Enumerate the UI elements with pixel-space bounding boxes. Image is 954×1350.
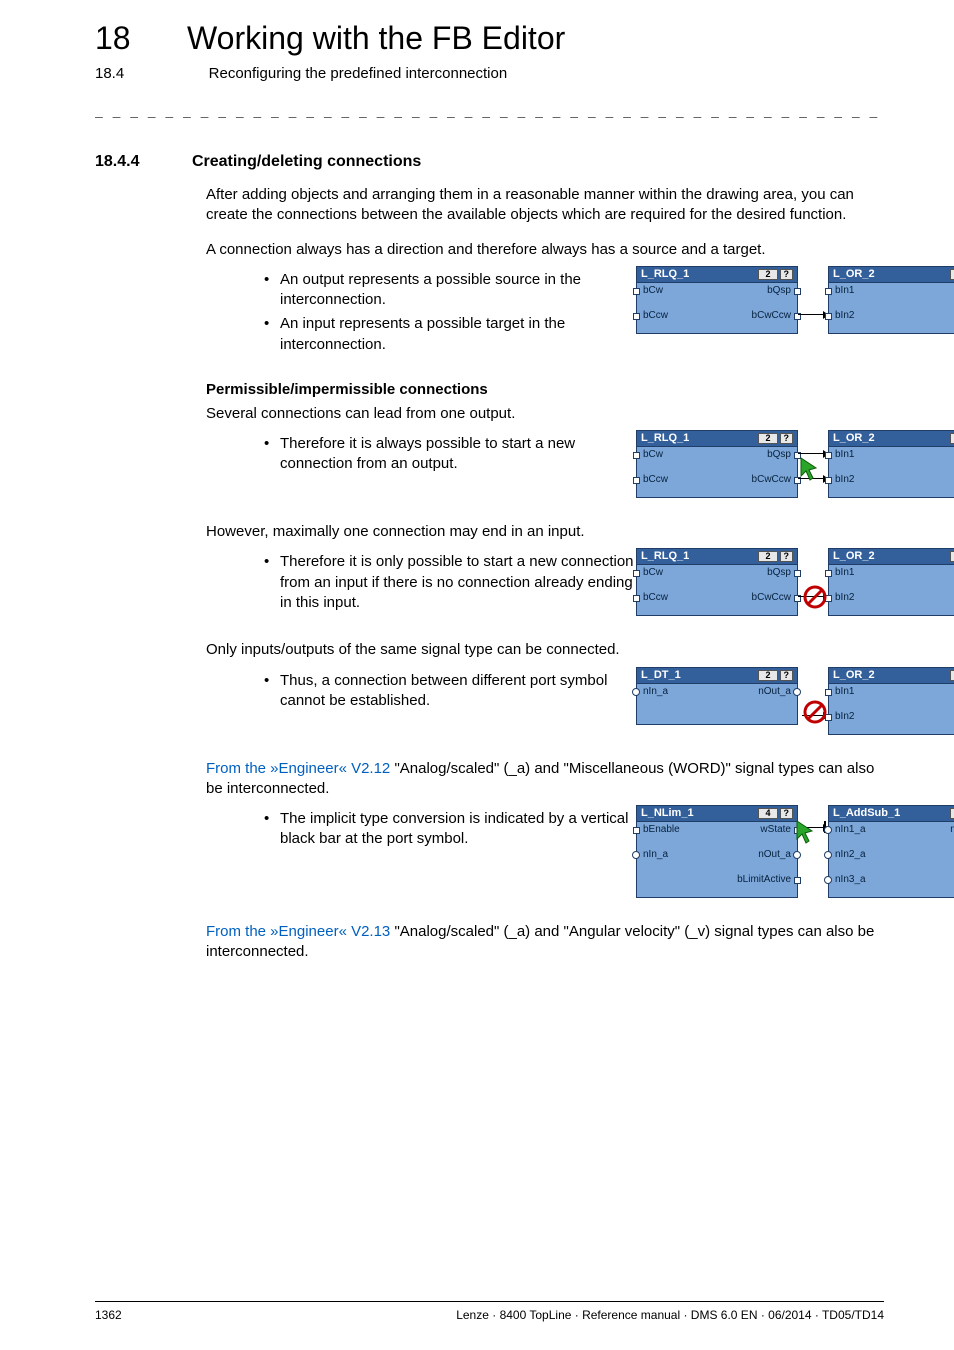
subchapter-number: 18.4 [95, 65, 124, 82]
connection-arrow [798, 453, 828, 454]
fb-order-badge: 3 [950, 269, 954, 280]
connection-arrow [798, 314, 828, 315]
fb-name: L_AddSub_1 [833, 808, 900, 819]
list-item: Thus, a connection between different por… [264, 671, 636, 712]
fb-port-in: nIn3_a [835, 875, 866, 885]
fb-port-in: nIn2_a [835, 850, 866, 860]
fb-or: L_OR_2 3 ? bIn1bOut bIn2 [828, 667, 954, 735]
fb-order-badge: 2 [758, 670, 777, 681]
diagram-input-limit: L_RLQ_1 2 ? bCw bQsp bCcw bCwCcw [636, 548, 954, 616]
fb-port-out: wState [760, 825, 791, 835]
fb-order-badge: 2 [758, 433, 777, 444]
fb-port-out: bCwCcw [752, 593, 791, 603]
fb-rlq: L_RLQ_1 2 ? bCw bQsp bCcw bCwCcw [636, 430, 798, 498]
list-item: Therefore it is always possible to start… [264, 434, 636, 475]
fb-port-in: bCw [643, 450, 663, 460]
chapter-number: 18 [95, 20, 131, 57]
fb-help-icon: ? [780, 269, 794, 280]
page-number: 1362 [95, 1308, 122, 1322]
fb-port-out: bQsp [767, 450, 791, 460]
fb-name: L_DT_1 [641, 670, 681, 681]
list-item: An input represents a possible target in… [264, 314, 636, 355]
fb-name: L_RLQ_1 [641, 269, 689, 280]
paragraph: Several connections can lead from one ou… [206, 404, 884, 424]
fb-name: L_NLim_1 [641, 808, 694, 819]
connection-arrow [798, 596, 828, 597]
fb-port-in: bCw [643, 568, 663, 578]
paragraph: However, maximally one connection may en… [206, 522, 884, 542]
subchapter-title: Reconfiguring the predefined interconnec… [209, 65, 508, 82]
paragraph: A connection always has a direction and … [206, 240, 884, 260]
section-number: 18.4.4 [95, 153, 139, 171]
fb-name: L_RLQ_1 [641, 433, 689, 444]
diagram-type-mismatch: L_DT_1 2 ? nIn_a nOut_a [636, 667, 954, 735]
fb-name: L_OR_2 [833, 269, 875, 280]
fb-name: L_RLQ_1 [641, 551, 689, 562]
paragraph: After adding objects and arranging them … [206, 185, 884, 226]
sub-heading: Permissible/impermissible connections [206, 381, 884, 398]
fb-port-in: bIn1 [835, 286, 854, 296]
fb-port-in: bIn2 [835, 593, 854, 603]
fb-port-in: bCcw [643, 475, 668, 485]
fb-port-in: bCw [643, 286, 663, 296]
diagram-output-input: L_RLQ_1 2 ? bCw bQsp bCcw bCwCcw [636, 266, 954, 334]
fb-port-in: nIn_a [643, 687, 668, 697]
fb-port-in: bIn2 [835, 475, 854, 485]
fb-port-in: bIn1 [835, 687, 854, 697]
fb-or: L_OR_2 3 ? bIn1bOut bIn2 [828, 430, 954, 498]
fb-order-badge: 5 [950, 808, 954, 819]
section-title: Creating/deleting connections [192, 153, 421, 171]
fb-or: L_OR_2 3 ? bIn1bOut bIn2 [828, 548, 954, 616]
fb-port-out: nOut_a [758, 687, 791, 697]
fb-port-out: nOut_a [950, 825, 954, 835]
fb-port-in: bEnable [643, 825, 680, 835]
connection-arrow [798, 478, 828, 479]
fb-order-badge: 4 [758, 808, 777, 819]
fb-port-out: bCwCcw [752, 475, 791, 485]
fb-order-badge: 2 [758, 551, 777, 562]
fb-help-icon: ? [780, 670, 794, 681]
fb-order-badge: 3 [950, 551, 954, 562]
fb-port-in: bIn2 [835, 712, 854, 722]
version-note-link: From the »Engineer« V2.13 [206, 923, 390, 940]
fb-port-in: nIn1_a [835, 825, 866, 835]
fb-port-out: bQsp [767, 568, 791, 578]
fb-order-badge: 3 [950, 670, 954, 681]
paragraph: Only inputs/outputs of the same signal t… [206, 640, 884, 660]
fb-port-out: nOut_a [758, 850, 791, 860]
fb-port-in: nIn_a [643, 850, 668, 860]
list-item: Therefore it is only possible to start a… [264, 552, 636, 613]
fb-port-out: bCwCcw [752, 311, 791, 321]
fb-dt: L_DT_1 2 ? nIn_a nOut_a [636, 667, 798, 725]
fb-port-out: bLimitActive [737, 875, 791, 885]
fb-port-out: bQsp [767, 286, 791, 296]
fb-port-in: bCcw [643, 311, 668, 321]
list-item: An output represents a possible source i… [264, 270, 636, 311]
version-note-link: From the »Engineer« V2.12 [206, 760, 390, 777]
fb-port-in: bIn1 [835, 568, 854, 578]
fb-name: L_OR_2 [833, 551, 875, 562]
fb-port-in: bIn1 [835, 450, 854, 460]
fb-addsub: L_AddSub_1 5 ? nIn1_anOut_a nIn2_a nIn3_… [828, 805, 954, 898]
fb-or: L_OR_2 3 ? bIn1bOut bIn2 [828, 266, 954, 334]
separator-dashes: _ _ _ _ _ _ _ _ _ _ _ _ _ _ _ _ _ _ _ _ … [95, 105, 884, 119]
fb-rlq: L_RLQ_1 2 ? bCw bQsp bCcw bCwCcw [636, 548, 798, 616]
list-item: The implicit type conversion is indicate… [264, 809, 636, 850]
fb-help-icon: ? [780, 433, 794, 444]
chapter-title: Working with the FB Editor [187, 20, 565, 57]
doc-id: Lenze · 8400 TopLine · Reference manual … [456, 1308, 884, 1322]
fb-port-in: bCcw [643, 593, 668, 603]
fb-order-badge: 2 [758, 269, 777, 280]
fb-port-in: bIn2 [835, 311, 854, 321]
fb-help-icon: ? [780, 551, 794, 562]
fb-help-icon: ? [780, 808, 794, 819]
diagram-type-conversion: L_NLim_1 4 ? bEnable wState nIn_a nOut_a b… [636, 805, 954, 898]
fb-name: L_OR_2 [833, 670, 875, 681]
fb-order-badge: 3 [950, 433, 954, 444]
diagram-multi-out: L_RLQ_1 2 ? bCw bQsp bCcw bCwCcw [636, 430, 954, 498]
fb-name: L_OR_2 [833, 433, 875, 444]
fb-nlim: L_NLim_1 4 ? bEnable wState nIn_a nOut_a b… [636, 805, 798, 898]
fb-rlq: L_RLQ_1 2 ? bCw bQsp bCcw bCwCcw [636, 266, 798, 334]
